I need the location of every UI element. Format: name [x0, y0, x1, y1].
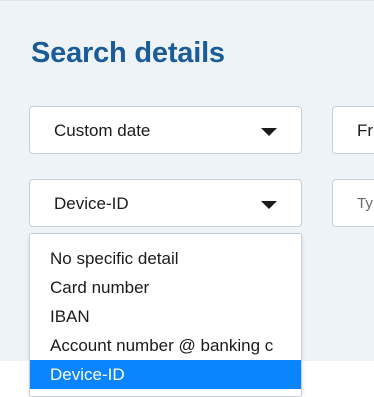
date-range-select[interactable]: Custom date [29, 106, 302, 154]
detail-value-input[interactable] [333, 180, 374, 226]
detail-value-input-wrapper[interactable] [332, 179, 374, 227]
dropdown-option-card-number[interactable]: Card number [30, 273, 301, 302]
dropdown-options-list: No specific detail Card number IBAN Acco… [30, 234, 301, 389]
date-range-select-value: Custom date [54, 121, 151, 140]
dropdown-option-iban[interactable]: IBAN [30, 302, 301, 331]
search-detail-select-value: Device-ID [54, 194, 129, 213]
caret-down-icon [261, 128, 277, 136]
from-date-field[interactable]: Fr [332, 106, 374, 154]
dropdown-option-no-specific-detail[interactable]: No specific detail [30, 244, 301, 273]
search-detail-dropdown: No specific detail Card number IBAN Acco… [29, 233, 302, 397]
caret-down-icon [261, 201, 277, 209]
search-detail-select[interactable]: Device-ID [29, 179, 302, 227]
dropdown-option-device-id[interactable]: Device-ID [30, 360, 301, 389]
dropdown-option-account-number[interactable]: Account number @ banking c [30, 331, 301, 360]
from-date-field-text: Fr [357, 121, 374, 140]
page-title: Search details [31, 37, 225, 69]
